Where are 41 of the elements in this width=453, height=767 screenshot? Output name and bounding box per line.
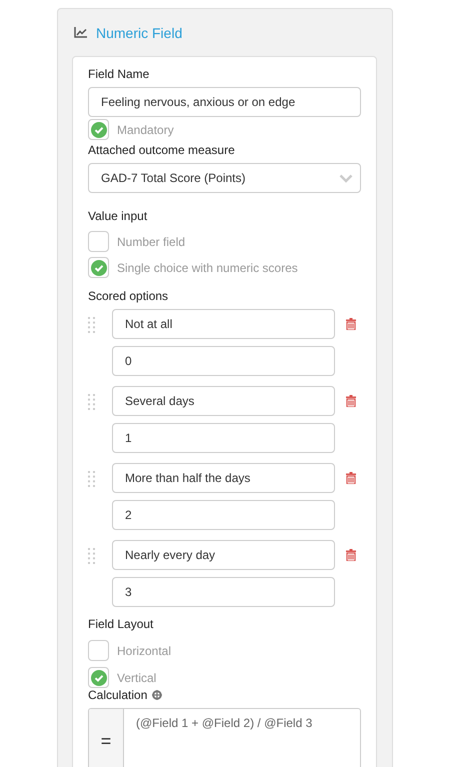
drag-handle-icon[interactable]: [88, 317, 95, 333]
mandatory-checkbox[interactable]: [88, 119, 109, 140]
checkbox-label: Single choice with numeric scores: [117, 260, 298, 274]
option-score-input[interactable]: 0: [112, 346, 335, 376]
field-label: Calculation: [88, 688, 148, 702]
field-label: Attached outcome measure: [88, 143, 236, 157]
field-label: Field Name: [88, 67, 150, 81]
checkbox-label: Mandatory: [117, 122, 174, 136]
field-label: Scored options: [88, 289, 170, 303]
checkbox-label: Horizontal: [117, 644, 172, 658]
checkbox[interactable]: [88, 257, 109, 278]
trash-icon[interactable]: [346, 395, 356, 407]
equals-addon: =: [89, 709, 124, 767]
drag-handle-icon[interactable]: [88, 394, 95, 410]
checkbox-label: Number field: [117, 234, 186, 248]
option-score-input[interactable]: 3: [112, 577, 335, 607]
panel-title: Numeric Field: [96, 24, 182, 40]
drag-handle-icon[interactable]: [88, 471, 95, 487]
option-text-input[interactable]: More than half the days: [112, 463, 335, 493]
outcome-measure-select[interactable]: GAD-7 Total Score (Points): [88, 163, 361, 193]
chevron-down-icon: [339, 174, 353, 182]
line-chart-icon: [74, 27, 87, 38]
option-text-input[interactable]: Not at all: [112, 309, 335, 339]
option-text-input[interactable]: Nearly every day: [112, 540, 335, 570]
lifebuoy-icon: [152, 690, 162, 700]
formula-text: (@Field 1 + @Field 2) / @Field 3: [135, 715, 314, 732]
option-score-input[interactable]: 2: [112, 500, 335, 530]
checkbox[interactable]: [88, 640, 109, 661]
field-label: Value input: [88, 209, 148, 223]
field-label: Field Layout: [88, 617, 154, 631]
option-score-input[interactable]: 1: [112, 423, 335, 453]
trash-icon[interactable]: [346, 472, 356, 484]
drag-handle-icon[interactable]: [88, 548, 95, 564]
checkbox[interactable]: [88, 667, 109, 688]
checkbox-label: Vertical: [117, 670, 156, 684]
calculation-field[interactable]: = (@Field 1 + @Field 2) / @Field 3: [88, 708, 361, 767]
field-name-input[interactable]: Feeling nervous, anxious or on edge: [88, 87, 361, 117]
trash-icon[interactable]: [346, 549, 356, 561]
option-text-input[interactable]: Several days: [112, 386, 335, 416]
checkbox[interactable]: [88, 231, 109, 252]
trash-icon[interactable]: [346, 318, 356, 330]
